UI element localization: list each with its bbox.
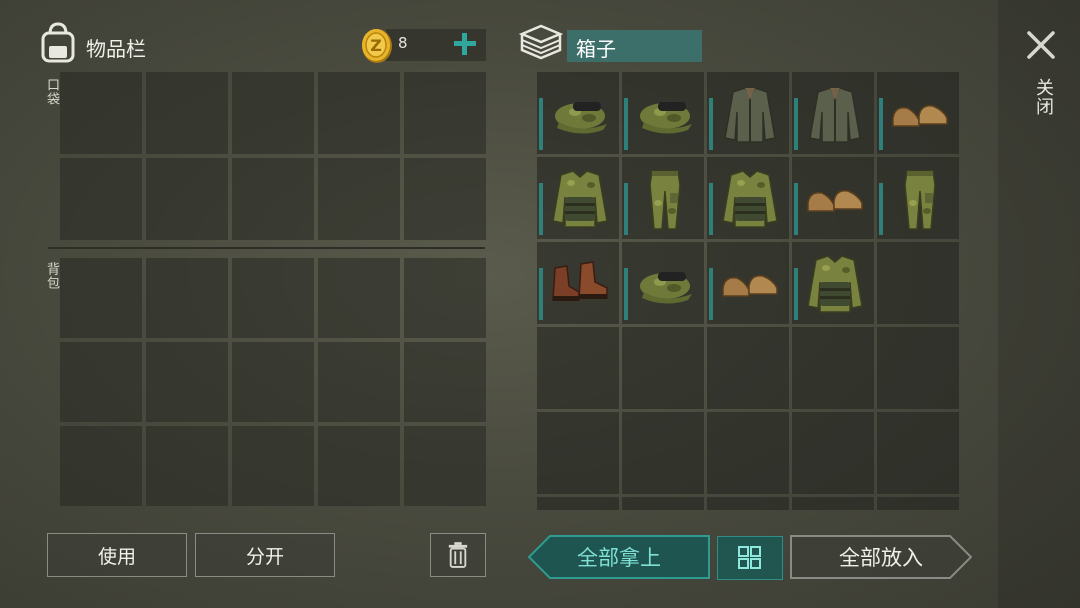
camo-cap-icon (640, 102, 692, 134)
add-coins-icon[interactable] (451, 30, 479, 58)
backpack-slot[interactable] (60, 342, 142, 422)
container-slot-filled[interactable] (707, 242, 789, 324)
backpack-slot[interactable] (404, 342, 486, 422)
backpack-slot[interactable] (146, 258, 228, 338)
pocket-slot[interactable] (232, 72, 314, 154)
backpack-slot[interactable] (146, 426, 228, 506)
container-slot-filled[interactable] (792, 242, 874, 324)
container-slot[interactable] (707, 412, 789, 494)
backpack-slot[interactable] (318, 426, 400, 506)
container-slot-filled[interactable] (877, 157, 959, 239)
shoes-icon (722, 274, 778, 297)
pocket-label: 口袋 (44, 78, 59, 106)
camo-pants-icon (649, 170, 681, 230)
camo-vest-icon (807, 255, 863, 313)
container-slot-filled[interactable] (707, 72, 789, 154)
pocket-slot[interactable] (318, 72, 400, 154)
pocket-slot[interactable] (60, 72, 142, 154)
pocket-slot[interactable] (146, 72, 228, 154)
backpack-slot[interactable] (146, 342, 228, 422)
put-all-label: 全部放入 (839, 546, 923, 570)
section-divider (48, 247, 485, 249)
coin-count: 8 (398, 34, 408, 52)
jacket-icon (809, 87, 861, 143)
backpack-icon (38, 20, 78, 64)
backpack-slot[interactable] (404, 258, 486, 338)
sort-toggle-button[interactable] (717, 536, 783, 580)
backpack-slot[interactable] (60, 258, 142, 338)
backpack-grid (60, 258, 486, 506)
split-button[interactable]: 分开 (195, 533, 335, 577)
container-grid (537, 72, 959, 510)
backpack-slot[interactable] (318, 342, 400, 422)
put-all-button[interactable]: 全部放入 (790, 535, 972, 579)
container-slot[interactable] (622, 412, 704, 494)
camo-cap-icon (555, 102, 607, 134)
container-slot[interactable] (792, 412, 874, 494)
container-slot[interactable] (707, 327, 789, 409)
container-slot[interactable] (537, 327, 619, 409)
container-slot[interactable] (622, 327, 704, 409)
container-slot[interactable] (537, 412, 619, 494)
container-slot[interactable] (537, 497, 619, 510)
container-slot-filled[interactable] (792, 72, 874, 154)
container-slot-filled[interactable] (622, 242, 704, 324)
discard-button[interactable] (430, 533, 486, 577)
take-all-button[interactable]: 全部拿上 (528, 535, 710, 579)
container-slot[interactable] (707, 497, 789, 510)
jacket-icon (724, 87, 776, 143)
container-slot-filled[interactable] (537, 72, 619, 154)
container-slot-filled[interactable] (537, 242, 619, 324)
pocket-slot[interactable] (404, 158, 486, 240)
boots-icon (552, 261, 608, 301)
pocket-slot[interactable] (60, 158, 142, 240)
svg-text:Z: Z (370, 36, 382, 55)
backpack-label: 背包 (44, 262, 59, 290)
pocket-slot[interactable] (404, 72, 486, 154)
coin-icon: Z (358, 26, 396, 64)
container-slot-filled[interactable] (877, 72, 959, 154)
shoes-icon (807, 189, 863, 212)
backpack-slot[interactable] (404, 426, 486, 506)
camo-vest-icon (722, 170, 778, 228)
container-title: 箱子 (576, 37, 616, 61)
container-slot[interactable] (877, 242, 959, 324)
container-grid-scroll[interactable] (537, 72, 963, 510)
shoes-icon (892, 104, 948, 127)
take-all-label: 全部拿上 (577, 546, 661, 570)
camo-pants-icon (904, 170, 936, 230)
container-slot[interactable] (877, 412, 959, 494)
container-slot-filled[interactable] (622, 157, 704, 239)
container-slot[interactable] (792, 497, 874, 510)
pocket-slot[interactable] (318, 158, 400, 240)
pocket-slot[interactable] (232, 158, 314, 240)
close-icon[interactable] (1024, 28, 1058, 62)
pocket-slot[interactable] (146, 158, 228, 240)
inventory-title: 物品栏 (86, 37, 146, 61)
backpack-slot[interactable] (318, 258, 400, 338)
backpack-slot[interactable] (232, 258, 314, 338)
container-slot[interactable] (622, 497, 704, 510)
container-slot-filled[interactable] (707, 157, 789, 239)
backpack-slot[interactable] (60, 426, 142, 506)
container-slot-filled[interactable] (622, 72, 704, 154)
close-label[interactable]: 关闭 (1030, 78, 1056, 116)
container-slot[interactable] (877, 497, 959, 510)
container-slot[interactable] (792, 327, 874, 409)
pocket-grid (60, 72, 486, 240)
trash-icon (448, 542, 468, 568)
backpack-slot[interactable] (232, 426, 314, 506)
grid-sort-icon (738, 546, 761, 569)
container-slot-filled[interactable] (792, 157, 874, 239)
camo-vest-icon (552, 170, 608, 228)
camo-cap-icon (640, 272, 692, 304)
container-slot[interactable] (877, 327, 959, 409)
use-button[interactable]: 使用 (47, 533, 187, 577)
backpack-slot[interactable] (232, 342, 314, 422)
box-icon (518, 22, 564, 62)
container-slot-filled[interactable] (537, 157, 619, 239)
